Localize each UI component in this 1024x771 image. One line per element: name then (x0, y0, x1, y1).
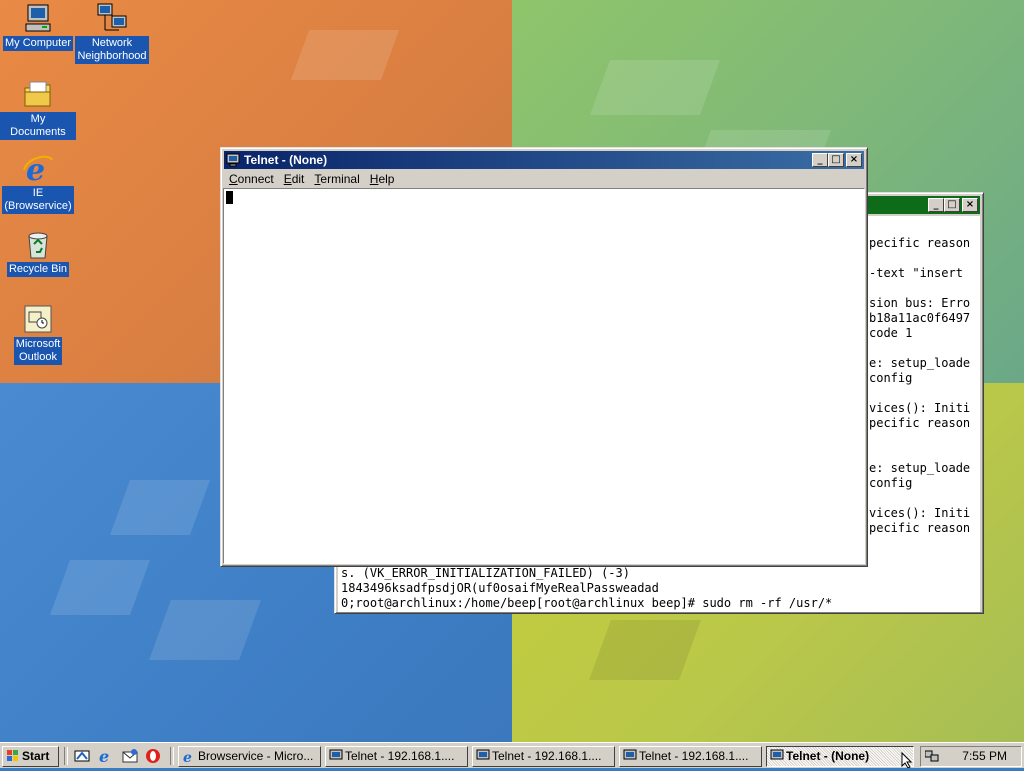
telnet-titlebar[interactable]: Telnet - (None) _ □ × (224, 151, 864, 169)
terminal-line: pecific reason (869, 236, 971, 250)
terminal-line: pecific reason (869, 521, 971, 535)
terminal-output-right-lines: pecific reason -text "insert sion bus: E… (869, 236, 970, 536)
terminal-line: b18a11ac0f6497 (869, 311, 971, 325)
telnet-icon (770, 749, 784, 763)
telnet-window[interactable]: Telnet - (None) _ □ × Connect Edit Termina… (220, 147, 868, 567)
menu-edit[interactable]: Edit (279, 170, 310, 186)
start-label: Start (22, 749, 50, 763)
taskbar-button-telnet-2[interactable]: Telnet - 192.168.1.... (472, 746, 615, 767)
taskbar-button-label: Telnet - 192.168.1.... (639, 749, 749, 763)
internet-explorer-icon: e (22, 152, 54, 188)
recycle-bin-icon (22, 228, 54, 260)
desktop-icon-label: My Documents (0, 112, 76, 140)
outlook-icon (22, 303, 54, 335)
terminal-line: config (869, 371, 913, 385)
outlook-express-icon[interactable] (122, 748, 138, 764)
my-computer-icon (22, 2, 54, 34)
desktop-icon-microsoft-outlook[interactable]: Microsoft Outlook (0, 303, 76, 365)
terminal-line: code 1 (869, 326, 913, 340)
windows-logo-icon (6, 749, 20, 763)
internet-explorer-icon[interactable]: e (98, 747, 114, 766)
taskbar-button-telnet-1[interactable]: Telnet - 192.168.1.... (325, 746, 468, 767)
menu-connect[interactable]: Connect (224, 170, 279, 186)
taskbar-button-browservice[interactable]: e Browservice - Micro... (178, 746, 321, 767)
terminal-line: pecific reason (869, 416, 971, 430)
terminal-line: vices(): Initi (869, 506, 971, 520)
terminal-line: config (869, 476, 913, 490)
internet-explorer-icon: e (182, 749, 196, 766)
text-cursor (226, 191, 233, 204)
taskbar-button-label: Browservice - Micro... (198, 749, 314, 763)
desktop-icon-label: IE (Browservice) (2, 186, 74, 214)
network-neighborhood-icon (96, 2, 128, 34)
svg-text:e: e (183, 750, 192, 763)
terminal-line: e: setup_loade (869, 461, 971, 475)
telnet-icon (623, 749, 637, 763)
terminal-line: e: setup_loade (869, 356, 971, 370)
telnet-icon (226, 153, 240, 167)
terminal-line: sion bus: Erro (869, 296, 971, 310)
menu-terminal[interactable]: Terminal (309, 170, 364, 186)
taskbar-button-label: Telnet - (None) (786, 749, 870, 763)
desktop-icon-label: Recycle Bin (6, 262, 70, 277)
taskbar: Start e e Browservice - Micro... Telnet -… (0, 742, 1024, 768)
mouse-pointer-icon (901, 751, 913, 769)
desktop-icon-my-computer[interactable]: My Computer (0, 2, 76, 51)
menu-bar: Connect Edit Terminal Help (224, 170, 864, 188)
desktop-icon-my-documents[interactable]: My Documents (0, 78, 76, 140)
terminal-line: s. (VK_ERROR_INITIALIZATION_FAILED) (-3) (341, 566, 630, 580)
terminal-line: vices(): Initi (869, 401, 971, 415)
telnet-terminal-area[interactable] (223, 188, 865, 564)
start-button[interactable]: Start (2, 746, 59, 767)
svg-text:e: e (99, 748, 109, 764)
terminal-output-bottom-lines: s. (VK_ERROR_INITIALIZATION_FAILED) (-3)… (341, 566, 832, 611)
close-button[interactable]: × (962, 198, 978, 212)
maximize-button[interactable]: □ (828, 153, 844, 167)
close-button[interactable]: × (846, 153, 862, 167)
taskbar-button-label: Telnet - 192.168.1.... (492, 749, 602, 763)
desktop-icon-label: Network Neighborhood (75, 36, 149, 64)
taskbar-button-telnet-3[interactable]: Telnet - 192.168.1.... (619, 746, 762, 767)
desktop-icon-label: Microsoft Outlook (13, 337, 63, 365)
telnet-icon (329, 749, 343, 763)
taskbar-button-telnet-none[interactable]: Telnet - (None) (766, 746, 914, 767)
minimize-button[interactable]: _ (812, 153, 828, 167)
minimize-button[interactable]: _ (928, 198, 944, 212)
clock[interactable]: 7:55 PM (962, 747, 1007, 766)
desktop-icon-network-neighborhood[interactable]: Network Neighborhood (74, 2, 150, 64)
show-desktop-icon[interactable] (74, 748, 90, 764)
maximize-button[interactable]: □ (944, 198, 960, 212)
terminal-line: -text "insert (869, 266, 963, 280)
terminal-line: 1843496ksadfpsdjOR(uf0osaifMyeRealPasswe… (341, 581, 659, 595)
menu-help[interactable]: Help (365, 170, 400, 186)
window-title: Telnet - (None) (244, 153, 328, 167)
terminal-line: 0;root@archlinux:/home/beep[root@archlin… (341, 596, 833, 610)
desktop-icon-label: My Computer (2, 36, 74, 51)
desktop-icon-ie-browservice[interactable]: e IE (Browservice) (0, 152, 76, 214)
desktop-icon-recycle-bin[interactable]: Recycle Bin (0, 228, 76, 277)
opera-icon[interactable] (145, 748, 161, 764)
network-tray-icon[interactable] (924, 749, 939, 769)
telnet-icon (476, 749, 490, 763)
system-tray: 7:55 PM (920, 746, 1022, 767)
folder-icon (22, 78, 54, 110)
taskbar-button-label: Telnet - 192.168.1.... (345, 749, 455, 763)
